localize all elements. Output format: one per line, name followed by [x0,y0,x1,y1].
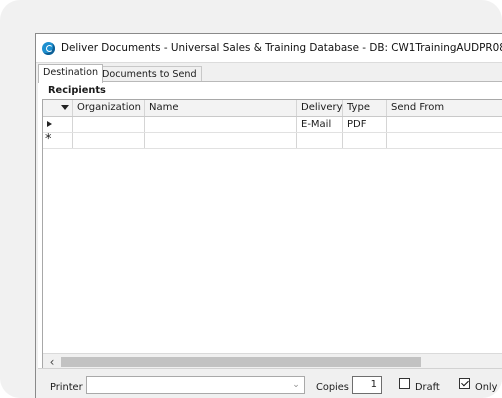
cell-delivery[interactable]: E-Mail [297,117,343,132]
copies-label: Copies [316,382,349,393]
column-header-delivery[interactable]: Delivery [297,100,343,116]
printer-label: Printer [50,382,83,393]
title-bar: Deliver Documents - Universal Sales & Tr… [36,34,502,63]
column-header-type[interactable]: Type [343,100,387,116]
sort-down-icon[interactable] [61,105,69,110]
row-selector-header[interactable] [43,100,73,116]
only-label: Only [475,382,498,393]
copies-input[interactable]: 1 [352,376,382,394]
recipients-heading: Recipients [48,85,106,96]
column-header-name[interactable]: Name [145,100,297,116]
row-selector[interactable] [43,117,73,132]
current-row-arrow-icon [47,121,52,127]
column-header-send-from[interactable]: Send From [387,100,502,116]
new-cell-name[interactable] [145,133,297,148]
screenshot-card: Deliver Documents - Universal Sales & Tr… [0,0,502,398]
new-row-star-icon: * [45,132,52,147]
new-row-selector[interactable]: * [43,132,73,148]
table-row[interactable]: E-Mail PDF [43,117,502,133]
new-cell-type[interactable] [343,133,387,148]
footer-bar: Printer ⌄ Copies 1 Draft Only [38,368,502,398]
only-checkbox[interactable] [459,378,470,389]
draft-checkbox[interactable] [399,378,410,389]
destination-panel: Recipients Organization Name Delivery Ty… [38,81,502,398]
new-cell-organization[interactable] [73,133,145,148]
draft-label: Draft [415,382,440,393]
window-title: Deliver Documents - Universal Sales & Tr… [61,42,502,54]
printer-select[interactable]: ⌄ [86,376,305,394]
app-logo-icon [42,42,55,55]
column-header-organization[interactable]: Organization [73,100,145,116]
grid-header: Organization Name Delivery Type Send Fro… [43,100,502,117]
cell-name[interactable] [145,117,297,132]
cell-type[interactable]: PDF [343,117,387,132]
cell-organization[interactable] [73,117,145,132]
new-row[interactable]: * [43,132,502,149]
cell-send-from[interactable] [387,117,502,132]
tab-destination[interactable]: Destination [38,64,104,83]
scrollbar-thumb[interactable] [61,357,421,367]
tab-strip: Destination Documents to Send [36,64,502,83]
chevron-down-icon[interactable]: ⌄ [291,380,301,390]
new-cell-delivery[interactable] [297,133,343,148]
deliver-documents-window: Deliver Documents - Universal Sales & Tr… [35,33,502,398]
recipients-grid[interactable]: Organization Name Delivery Type Send Fro… [42,99,502,371]
new-cell-send-from[interactable] [387,133,502,148]
